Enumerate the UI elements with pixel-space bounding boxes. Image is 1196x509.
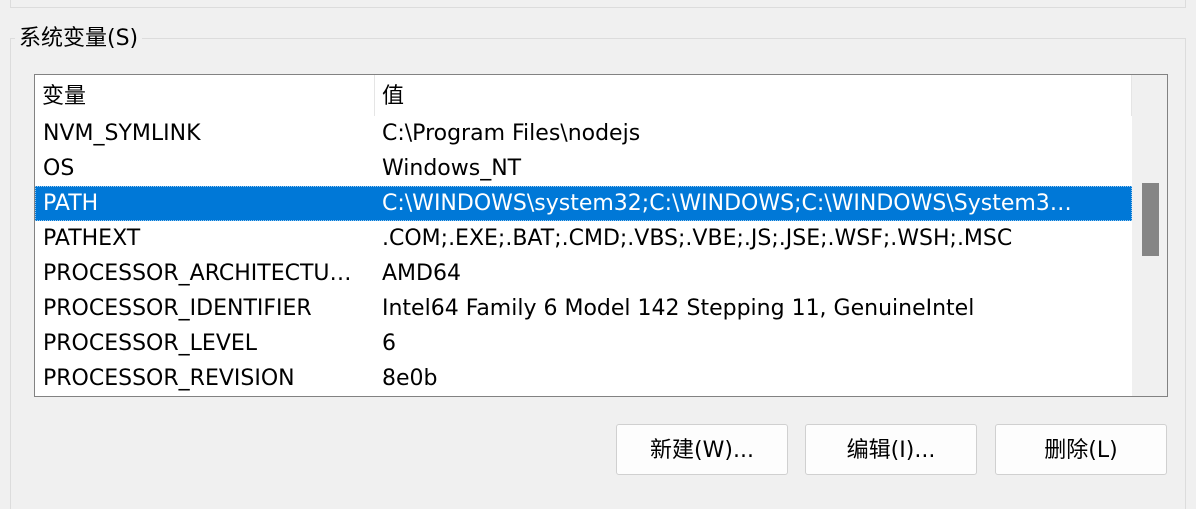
list-row-processor-revision[interactable]: PROCESSOR_REVISION 8e0b bbox=[35, 361, 1132, 396]
variable-name: OS bbox=[43, 156, 75, 181]
upper-panel-edge bbox=[10, 0, 1186, 8]
list-row-processor-level[interactable]: PROCESSOR_LEVEL 6 bbox=[35, 326, 1132, 361]
variable-value: 6 bbox=[382, 331, 396, 356]
list-row-path-selected[interactable]: PATH C:\WINDOWS\system32;C:\WINDOWS;C:\W… bbox=[35, 186, 1132, 221]
variable-value: 8e0b bbox=[382, 366, 438, 391]
variable-name: NVM_SYMLINK bbox=[43, 121, 201, 146]
variable-name: PROCESSOR_IDENTIFIER bbox=[43, 296, 312, 321]
list-rows: NVM_SYMLINK C:\Program Files\nodejs OS W… bbox=[35, 116, 1132, 396]
list-row-os[interactable]: OS Windows_NT bbox=[35, 151, 1132, 186]
variable-name: PATHEXT bbox=[43, 226, 141, 251]
list-row-processor-identifier[interactable]: PROCESSOR_IDENTIFIER Intel64 Family 6 Mo… bbox=[35, 291, 1132, 326]
variable-value: Intel64 Family 6 Model 142 Stepping 11, … bbox=[382, 296, 975, 321]
vertical-scrollbar[interactable] bbox=[1132, 75, 1167, 396]
edit-button[interactable]: 编辑(I)... bbox=[805, 424, 977, 475]
delete-button[interactable]: 删除(L) bbox=[995, 424, 1167, 475]
scrollbar-thumb[interactable] bbox=[1142, 183, 1159, 256]
variable-name: PATH bbox=[43, 191, 99, 216]
variable-value: Windows_NT bbox=[382, 156, 522, 181]
variable-value: C:\WINDOWS\system32;C:\WINDOWS;C:\WINDOW… bbox=[382, 191, 1072, 216]
list-header: 变量 值 bbox=[35, 75, 1132, 116]
variable-value: C:\Program Files\nodejs bbox=[382, 121, 641, 146]
variable-name: PROCESSOR_REVISION bbox=[43, 366, 295, 391]
variable-value: .COM;.EXE;.BAT;.CMD;.VBS;.VBE;.JS;.JSE;.… bbox=[382, 226, 1013, 251]
list-row-nvm-symlink[interactable]: NVM_SYMLINK C:\Program Files\nodejs bbox=[35, 116, 1132, 151]
column-header-value[interactable]: 值 bbox=[375, 75, 1132, 116]
group-title: 系统变量(S) bbox=[15, 24, 143, 54]
list-row-pathext[interactable]: PATHEXT .COM;.EXE;.BAT;.CMD;.VBS;.VBE;.J… bbox=[35, 221, 1132, 256]
variable-name: PROCESSOR_LEVEL bbox=[43, 331, 258, 356]
variable-name: PROCESSOR_ARCHITECTU… bbox=[43, 261, 352, 286]
new-button[interactable]: 新建(W)... bbox=[616, 424, 788, 475]
variable-value: AMD64 bbox=[382, 261, 461, 286]
list-row-processor-architecture[interactable]: PROCESSOR_ARCHITECTU… AMD64 bbox=[35, 256, 1132, 291]
system-variables-list[interactable]: 变量 值 NVM_SYMLINK C:\Program Files\nodejs… bbox=[34, 74, 1168, 397]
column-header-variable[interactable]: 变量 bbox=[35, 75, 375, 116]
